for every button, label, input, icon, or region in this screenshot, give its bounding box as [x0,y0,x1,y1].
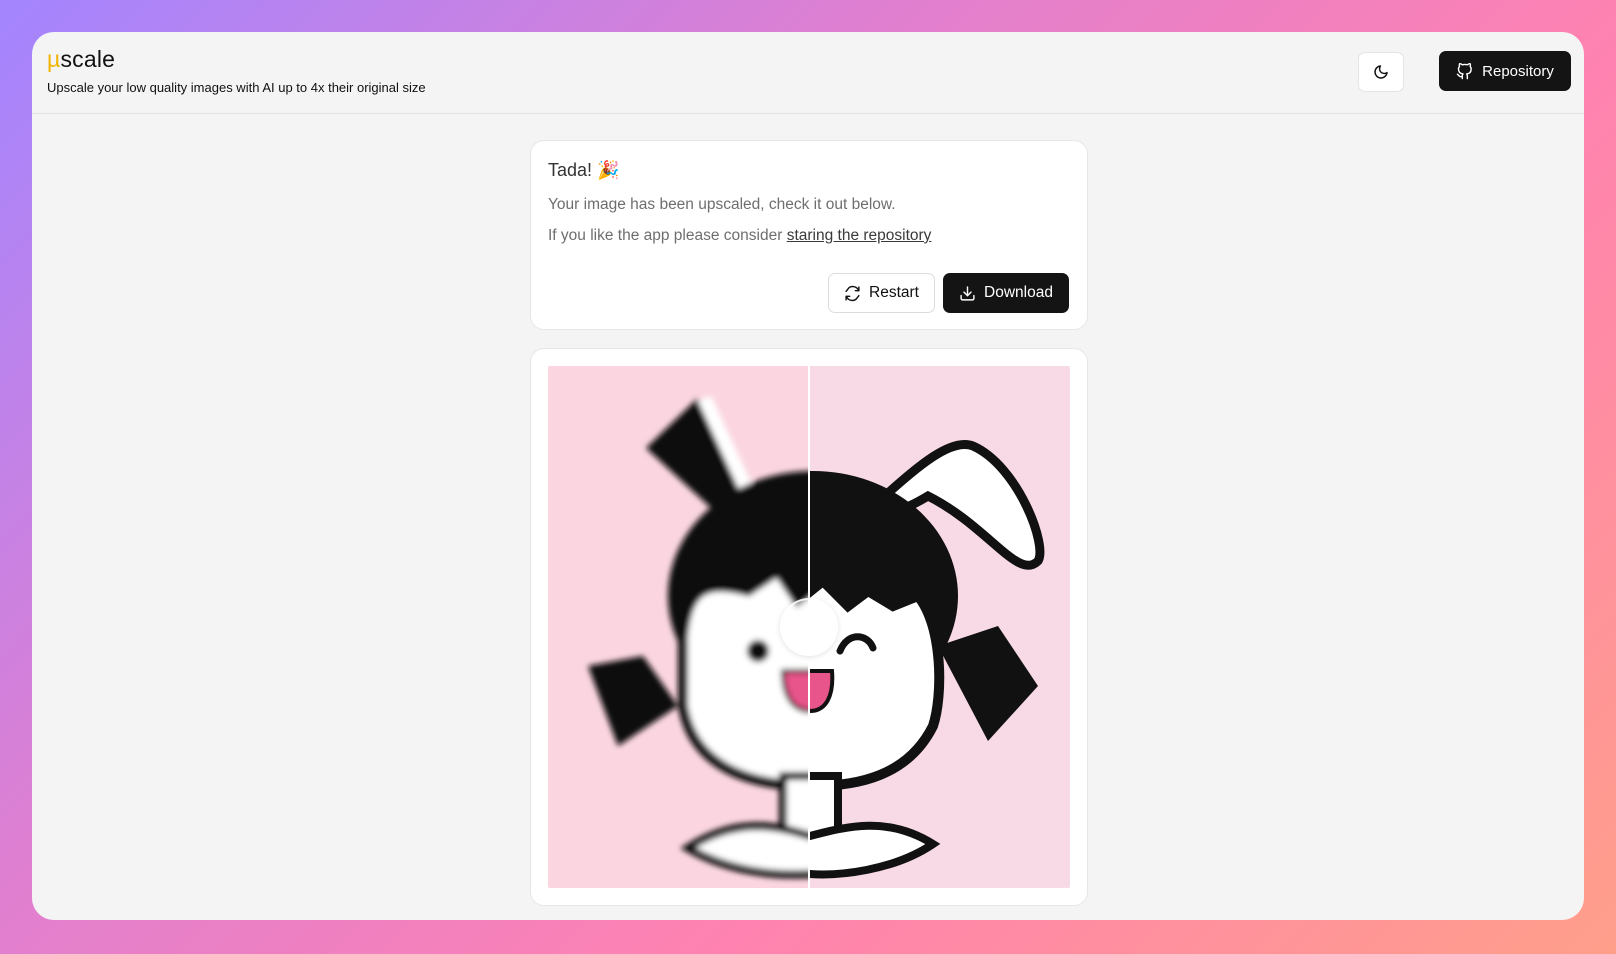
github-icon [1456,62,1473,79]
refresh-icon [845,285,860,301]
repository-label: Repository [1482,62,1554,80]
result-message-card: Tada! 🎉 Your image has been upscaled, ch… [530,140,1088,330]
star-prompt-text: If you like the app please consider [548,227,787,244]
slider-handle[interactable] [780,598,838,656]
app-logo: µscale [47,46,426,73]
download-label: Download [984,284,1053,301]
arrow-left-icon [799,620,807,634]
tagline: Upscale your low quality images with AI … [47,80,426,95]
image-compare-card [530,348,1088,906]
before-after-comparison[interactable] [548,366,1070,888]
arrow-right-icon [811,620,819,634]
header: µscale Upscale your low quality images w… [32,32,1584,114]
message-text: Your image has been upscaled, check it o… [548,196,896,213]
download-icon [960,285,975,301]
brand: µscale Upscale your low quality images w… [47,46,426,95]
message-title: Tada! 🎉 [548,160,620,180]
star-prompt: If you like the app please consider star… [548,227,931,245]
logo-mu: µ [47,46,61,72]
star-repository-link[interactable]: staring the repository [787,227,932,244]
restart-button[interactable]: Restart [828,273,935,313]
repository-button[interactable]: Repository [1439,51,1571,91]
app-window: µscale Upscale your low quality images w… [32,32,1584,920]
theme-toggle-button[interactable] [1358,52,1404,92]
restart-label: Restart [869,284,919,301]
moon-icon [1374,65,1388,79]
download-button[interactable]: Download [943,273,1069,313]
logo-text: scale [60,46,116,72]
